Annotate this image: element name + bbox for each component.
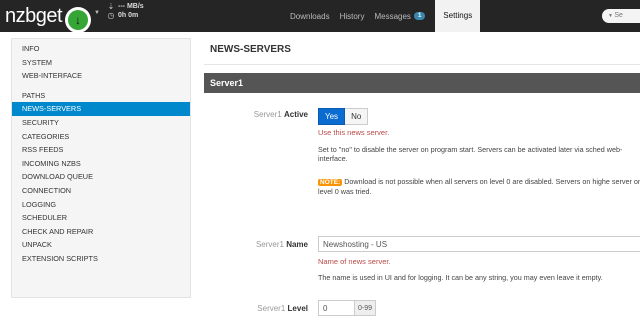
active-hint: Use this news server. [318,128,390,137]
sidebar-item-extension-scripts[interactable]: EXTENSION SCRIPTS [12,252,190,266]
tab-label: Settings [443,11,473,20]
field-prefix: Server1 [253,110,282,119]
tab-settings[interactable]: Settings [435,0,481,32]
pause-resume-button[interactable]: ↓ [65,7,91,33]
server-level-input[interactable]: 0 [318,300,355,316]
yes-button[interactable]: Yes [318,108,346,125]
tab-label: Messages [374,11,411,21]
level-range-addon: 0-99 [354,300,377,316]
tab-downloads[interactable]: Downloads [290,12,330,21]
sidebar-item-web-interface[interactable]: WEB-INTERFACE [12,69,190,83]
tab-messages[interactable]: Messages 1 [374,11,426,21]
sidebar-item-scheduler[interactable]: SCHEDULER [12,211,190,225]
speed-status[interactable]: ⇣ --- MB/s ◷ 0h 0m [107,2,144,20]
download-arrow-icon: ↓ [68,10,88,30]
chevron-down-icon[interactable]: ▼ [94,10,100,16]
name-hint: Name of news server. [318,257,391,266]
sidebar-item-info[interactable]: INFO [12,42,190,56]
server-name-input[interactable]: Newshosting - US [318,236,640,252]
settings-sidebar: INFO SYSTEM WEB-INTERFACE PATHS NEWS-SER… [11,38,191,298]
sidebar-item-logging[interactable]: LOGGING [12,198,190,212]
section-header: Server1 [204,73,640,93]
field-prefix: Server1 [255,240,284,249]
field-prefix: Server1 [257,304,286,313]
rate-icon: ⇣ [107,2,115,11]
name-field-label: Server1 Name [204,240,308,249]
top-bar: nzbget ↓ ▼ ⇣ --- MB/s ◷ 0h 0m Downloads … [0,0,640,33]
note-text: Download is not possible when all server… [318,177,640,196]
active-field-label: Server1 Active [204,110,308,119]
sidebar-item-incoming-nzbs[interactable]: INCOMING NZBS [12,157,190,171]
name-description: The name is used in UI and for logging. … [318,273,603,282]
clock-icon: ◷ [107,11,115,20]
remaining-time: 0h 0m [118,12,139,19]
active-description: Set to "no" to disable the server on pro… [318,145,623,163]
sidebar-item-check-and-repair[interactable]: CHECK AND REPAIR [12,225,190,239]
page-title: NEWS-SERVERS [210,44,291,55]
sidebar-item-security[interactable]: SECURITY [12,116,190,130]
sidebar-item-categories[interactable]: CATEGORIES [12,130,190,144]
field-label-text: Name [286,240,308,249]
field-label-text: Active [283,110,308,119]
tab-label: History [339,11,365,21]
sidebar-item-paths[interactable]: PATHS [12,89,190,103]
level-field-label: Server1 Level [204,304,308,313]
search-input[interactable]: ▼ Se [602,9,640,23]
note-badge: NOTE: [318,179,343,186]
main-nav: Downloads History Messages 1 Settings [290,0,490,32]
tab-history[interactable]: History [340,12,365,21]
title-divider [204,64,640,65]
download-speed: --- MB/s [118,3,144,10]
messages-count-badge: 1 [413,12,426,20]
active-note: NOTE: Download is not possible when all … [318,177,640,196]
sidebar-item-download-queue[interactable]: DOWNLOAD QUEUE [12,170,190,184]
active-toggle: Yes No [318,108,369,125]
field-label-text: Level [287,304,308,313]
sidebar-item-news-servers[interactable]: NEWS-SERVERS [12,102,190,116]
sidebar-item-connection[interactable]: CONNECTION [12,184,190,198]
sidebar-item-rss-feeds[interactable]: RSS FEEDS [12,143,190,157]
no-button[interactable]: No [345,108,369,125]
sidebar-item-system[interactable]: SYSTEM [12,56,190,70]
search-placeholder: Se [614,12,623,19]
app-logo[interactable]: nzbget [5,5,63,28]
sidebar-item-unpack[interactable]: UNPACK [12,238,190,252]
tab-label: Downloads [290,11,330,21]
